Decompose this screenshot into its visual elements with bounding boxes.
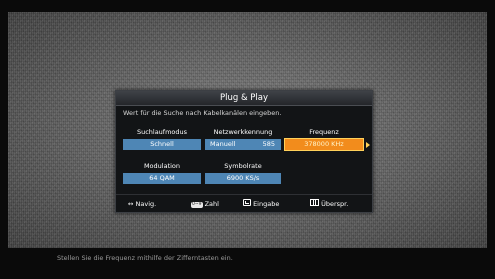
legend-ueberspr: Überspr. (310, 195, 348, 213)
symbolrate-label: Symbolrate (224, 162, 262, 170)
suchlaufmodus-field: Suchlaufmodus Schnell (123, 128, 201, 150)
legend-navig-label: Navig. (135, 200, 157, 208)
legend-navig: ↔ Navig. (128, 195, 156, 213)
dialog-instruction: Wert für die Suche nach Kabelkanälen ein… (123, 109, 282, 117)
symbolrate-input[interactable]: 6900 KS/s (205, 173, 281, 184)
modulation-field: Modulation 64 QAM (123, 162, 201, 184)
help-text: Stellen Sie die Frequenz mithilfe der Zi… (57, 254, 233, 262)
netzwerkkennung-label: Netzwerkkennung (213, 128, 273, 136)
suchlaufmodus-select[interactable]: Schnell (123, 139, 201, 150)
modulation-select[interactable]: 64 QAM (123, 173, 201, 184)
arrow-right-icon (366, 142, 370, 148)
legend-zahl-label: Zahl (204, 200, 219, 208)
number-keys-icon: 0~9 (191, 202, 203, 208)
legend-ueberspr-label: Überspr. (321, 200, 349, 208)
suchlaufmodus-label: Suchlaufmodus (136, 128, 188, 136)
frequenz-value: 378000 KHz (304, 140, 344, 148)
legend-zahl: 0~9 Zahl (191, 195, 219, 213)
key-legend-bar: ↔ Navig. 0~9 Zahl Eingabe Überspr. (116, 194, 372, 213)
symbolrate-field: Symbolrate 6900 KS/s (205, 162, 281, 184)
plug-and-play-dialog: Plug & Play Wert für die Suche nach Kabe… (115, 90, 373, 213)
netzwerkkennung-input[interactable]: Manuell 585 (205, 139, 281, 150)
dialog-title: Plug & Play (116, 91, 372, 106)
legend-eingabe: Eingabe (243, 195, 279, 213)
legend-eingabe-label: Eingabe (253, 200, 280, 208)
left-right-arrows-icon: ↔ (128, 200, 134, 208)
frequenz-field: Frequenz 378000 KHz (284, 128, 370, 151)
netzwerkkennung-field: Netzwerkkennung Manuell 585 (205, 128, 281, 150)
skip-icon (310, 199, 319, 206)
netzwerkkennung-mode: Manuell (210, 140, 236, 148)
modulation-label: Modulation (143, 162, 181, 170)
frequenz-label: Frequenz (309, 128, 339, 136)
enter-icon (243, 199, 251, 206)
frequenz-input[interactable]: 378000 KHz (284, 138, 370, 151)
netzwerkkennung-value: 585 (262, 140, 275, 148)
